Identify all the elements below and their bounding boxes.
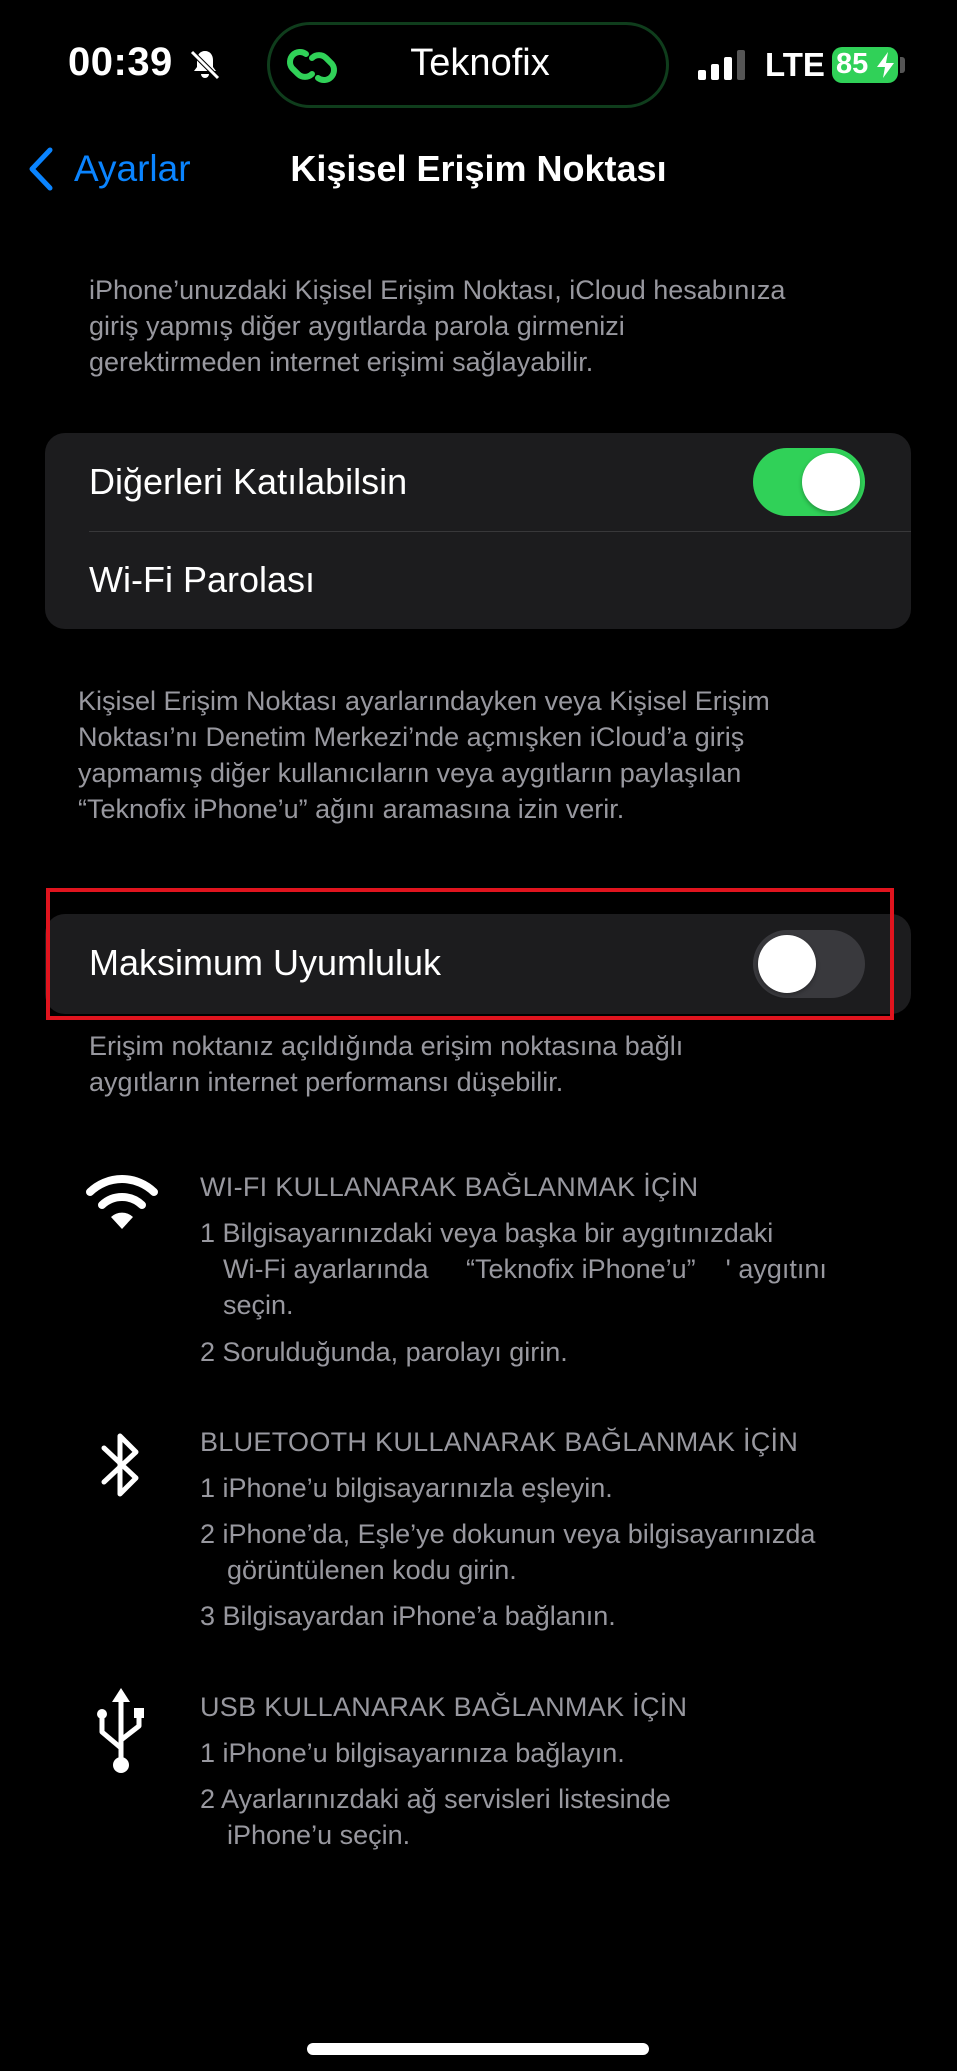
usb-step: iPhone’u seçin.	[227, 1820, 411, 1850]
wifi-password-row[interactable]: Wi-Fi Parolası	[89, 559, 315, 601]
usb-heading: USB KULLANARAK BAĞLANMAK İÇİN	[200, 1692, 688, 1722]
toggle-knob	[802, 453, 860, 511]
discoverability-description: Kişisel Erişim Noktası ayarlarındayken v…	[78, 686, 770, 824]
bluetooth-icon	[101, 1433, 139, 1497]
row-divider	[89, 531, 911, 532]
wifi-icon	[86, 1175, 158, 1229]
bell-muted-icon	[190, 50, 220, 80]
hotspot-link-icon	[287, 49, 337, 83]
wifi-step: 1 Bilgisayarınızdaki veya başka bir aygı…	[200, 1218, 774, 1248]
bluetooth-step: görüntülenen kodu girin.	[227, 1555, 517, 1585]
bluetooth-step: 2 iPhone’da, Eşle’ye dokunun veya bilgis…	[200, 1519, 816, 1549]
page-title: Kişisel Erişim Noktası	[290, 148, 667, 189]
wifi-step: Wi-Fi ayarlarında “Teknofix iPhone’u” ' …	[223, 1254, 827, 1284]
battery-nub	[900, 57, 905, 73]
status-time: 00:39	[68, 40, 173, 84]
usb-icon	[97, 1688, 144, 1773]
allow-others-label: Diğerleri Katılabilsin	[89, 461, 408, 502]
wifi-step: 2 Sorulduğunda, parolayı girin.	[200, 1337, 568, 1367]
bluetooth-heading: BLUETOOTH KULLANARAK BAĞLANMAK İÇİN	[200, 1427, 799, 1457]
network-type: LTE	[765, 46, 825, 83]
bluetooth-step: 3 Bilgisayardan iPhone’a bağlanın.	[200, 1601, 616, 1631]
highlight-box	[46, 888, 894, 1020]
compatibility-description: Erişim noktanız açıldığında erişim nokta…	[89, 1031, 684, 1097]
charging-bolt-icon	[877, 52, 894, 78]
cellular-signal-icon	[698, 50, 745, 80]
usb-step: 1 iPhone’u bilgisayarınıza bağlayın.	[200, 1738, 625, 1768]
usb-step: 2 Ayarlarınızdaki ağ servisleri listesin…	[200, 1784, 671, 1814]
wifi-heading: WI-FI KULLANARAK BAĞLANMAK İÇİN	[200, 1172, 699, 1202]
wifi-step: seçin.	[223, 1290, 294, 1320]
battery-level: 85	[836, 48, 869, 80]
settings-group-hotspot: Diğerleri Katılabilsin Wi-Fi Parolası	[45, 433, 911, 629]
allow-others-toggle[interactable]	[753, 448, 865, 516]
intro-description: iPhone’unuzdaki Kişisel Erişim Noktası, …	[89, 275, 786, 377]
bluetooth-step: 1 iPhone’u bilgisayarınızla eşleyin.	[200, 1473, 613, 1503]
island-label: Teknofix	[410, 42, 550, 84]
home-indicator[interactable]	[307, 2043, 649, 2055]
